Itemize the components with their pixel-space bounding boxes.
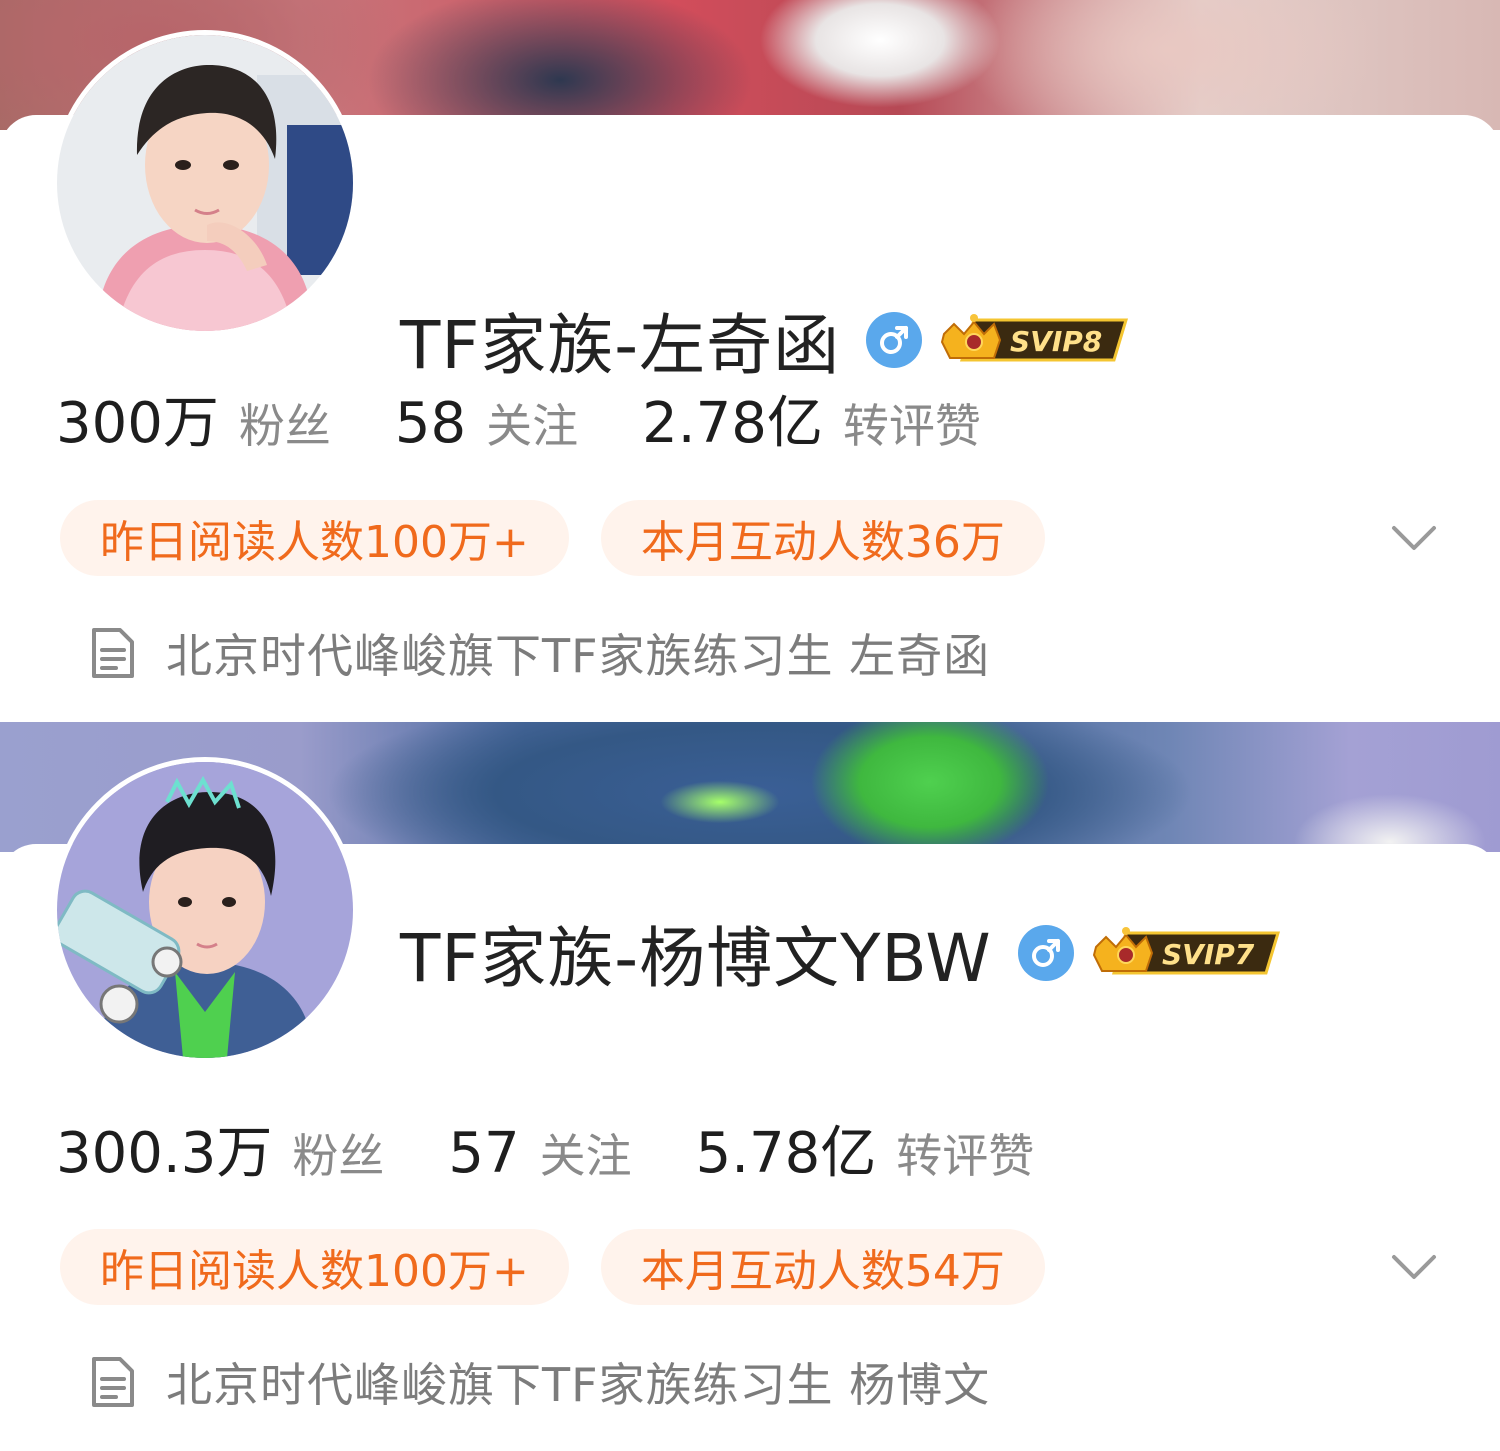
chip-interactions[interactable]: 本月互动人数54万 [600, 1229, 1045, 1305]
bio-text: 北京时代峰峻旗下TF家族练习生 杨博文 [166, 1358, 991, 1412]
svip-badge[interactable]: SVIP8 [940, 312, 1130, 368]
profile-name: TF家族-左奇函 [400, 307, 841, 384]
following-count[interactable]: 58 [395, 391, 466, 456]
following-label[interactable]: 关注 [486, 390, 578, 456]
svip-badge[interactable]: SVIP7 [1092, 925, 1282, 981]
stats-row: 300.3万 粉丝 57 关注 5.78亿 转评赞 [56, 1108, 1098, 1189]
data-chips: 昨日阅读人数100万+ 本月互动人数54万 [60, 1229, 1077, 1305]
chevron-down-icon[interactable] [1388, 518, 1440, 558]
avatar[interactable] [52, 757, 358, 1063]
chip-reads[interactable]: 昨日阅读人数100万+ [60, 500, 569, 576]
followers-count[interactable]: 300万 [56, 378, 219, 459]
bio-text: 北京时代峰峻旗下TF家族练习生 左奇函 [166, 629, 991, 683]
bio-row: 北京时代峰峻旗下TF家族练习生 左奇函 [88, 620, 990, 686]
chip-interactions[interactable]: 本月互动人数36万 [600, 500, 1045, 576]
chevron-down-icon[interactable] [1388, 1247, 1440, 1287]
svip-level-text: SVIP8 [1010, 325, 1102, 358]
profile-name: TF家族-杨博文YBW [400, 920, 992, 997]
profile-card-2: TF家族-杨博文YBW SVIP7 300.3万 粉丝 57 关注 5.78亿 … [0, 722, 1500, 1451]
followers-label[interactable]: 粉丝 [239, 390, 331, 456]
likes-count[interactable]: 5.78亿 [696, 1108, 877, 1189]
likes-label[interactable]: 转评赞 [843, 390, 981, 456]
document-icon [92, 1357, 134, 1407]
stats-row: 300万 粉丝 58 关注 2.78亿 转评赞 [56, 378, 1045, 459]
followers-label[interactable]: 粉丝 [292, 1120, 384, 1186]
name-row: TF家族-杨博文YBW SVIP7 [400, 908, 1282, 998]
profile-card-1: TF家族-左奇函 SVIP8 300万 粉丝 58 关注 2.78亿 转评赞 昨… [0, 0, 1500, 722]
name-row: TF家族-左奇函 SVIP8 [400, 295, 1130, 385]
document-icon [92, 628, 134, 678]
followers-count[interactable]: 300.3万 [56, 1108, 272, 1189]
data-chips: 昨日阅读人数100万+ 本月互动人数36万 [60, 500, 1077, 576]
svip-level-text: SVIP7 [1162, 938, 1255, 971]
bio-row: 北京时代峰峻旗下TF家族练习生 杨博文 [88, 1349, 990, 1415]
likes-label[interactable]: 转评赞 [896, 1120, 1034, 1186]
avatar[interactable] [52, 30, 358, 336]
male-icon [866, 312, 923, 368]
chip-reads[interactable]: 昨日阅读人数100万+ [60, 1229, 569, 1305]
following-count[interactable]: 57 [448, 1121, 519, 1186]
likes-count[interactable]: 2.78亿 [642, 378, 823, 459]
following-label[interactable]: 关注 [540, 1120, 632, 1186]
male-icon [1017, 925, 1074, 981]
